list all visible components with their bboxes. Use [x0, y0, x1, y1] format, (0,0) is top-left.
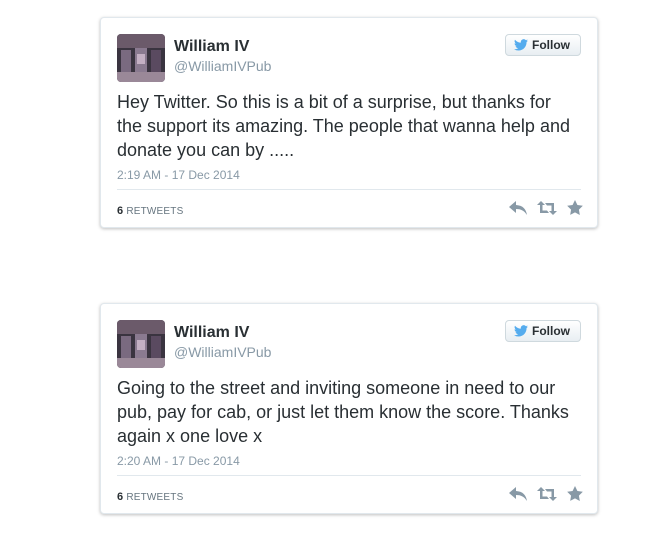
reply-icon[interactable] [509, 486, 527, 506]
follow-button[interactable]: Follow [505, 320, 581, 342]
retweet-count: 6 [117, 491, 124, 503]
avatar[interactable] [117, 320, 165, 368]
tweet-timestamp[interactable]: 2:20 AM - 17 Dec 2014 [117, 454, 240, 468]
reply-icon[interactable] [509, 200, 527, 220]
tweet-text: Hey Twitter. So this is a bit of a surpr… [117, 92, 570, 160]
author-handle[interactable]: @WilliamIVPub [174, 58, 271, 74]
follow-label: Follow [532, 324, 570, 338]
tweet-actions [509, 200, 583, 220]
avatar[interactable] [117, 34, 165, 82]
retweet-icon[interactable] [537, 486, 557, 506]
author-name[interactable]: William IV [174, 38, 249, 56]
tweet-card: William IV @WilliamIVPub Follow Going to… [100, 303, 598, 514]
retweet-label: RETWEETS [126, 492, 184, 503]
tweet-card: William IV @WilliamIVPub Follow Hey Twit… [100, 17, 598, 228]
twitter-bird-icon [514, 39, 528, 51]
follow-button[interactable]: Follow [505, 34, 581, 56]
favorite-icon[interactable] [567, 200, 583, 220]
retweet-stats[interactable]: 6 RETWEETS [117, 205, 183, 217]
tweet-actions [509, 486, 583, 506]
retweet-icon[interactable] [537, 200, 557, 220]
author-name[interactable]: William IV [174, 324, 249, 342]
retweet-count: 6 [117, 205, 124, 217]
retweet-label: RETWEETS [126, 206, 184, 217]
tweet-timestamp[interactable]: 2:19 AM - 17 Dec 2014 [117, 168, 240, 182]
favorite-icon[interactable] [567, 486, 583, 506]
retweet-stats[interactable]: 6 RETWEETS [117, 491, 183, 503]
twitter-bird-icon [514, 325, 528, 337]
tweet-text: Going to the street and inviting someone… [117, 378, 569, 446]
divider [117, 189, 581, 190]
author-handle[interactable]: @WilliamIVPub [174, 344, 271, 360]
follow-label: Follow [532, 38, 570, 52]
divider [117, 475, 581, 476]
